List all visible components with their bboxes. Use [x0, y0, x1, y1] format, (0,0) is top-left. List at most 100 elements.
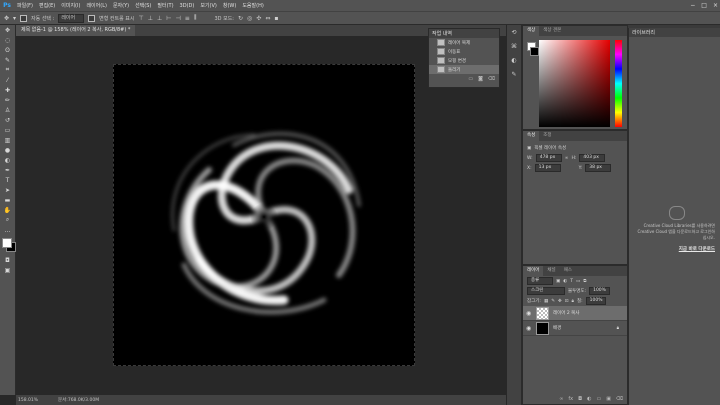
- tab-layers[interactable]: 레이어: [523, 266, 544, 276]
- drag-3d-icon[interactable]: ✣: [256, 15, 261, 22]
- quick-mask-icon[interactable]: ◘: [0, 255, 15, 265]
- document-info[interactable]: 문서:768.0K/3.00M: [58, 397, 99, 403]
- download-link[interactable]: 지금 바로 다운로드: [637, 246, 715, 252]
- hue-slider[interactable]: [615, 40, 622, 127]
- filter-adjust-icon[interactable]: ◐: [563, 279, 567, 284]
- blur-tool-icon[interactable]: ●: [0, 145, 15, 155]
- adjustment-layer-icon[interactable]: ◐: [587, 396, 591, 402]
- group-icon[interactable]: ▭: [596, 396, 601, 402]
- layer-name[interactable]: 레이어 2 복사: [553, 310, 579, 316]
- history-item[interactable]: 레이어 복제: [429, 38, 499, 47]
- new-layer-icon[interactable]: ▣: [606, 396, 611, 402]
- history-item[interactable]: 모핑 변경: [429, 56, 499, 65]
- menu-layer[interactable]: 레이어(L): [83, 2, 110, 9]
- tab-color[interactable]: 색상: [523, 26, 540, 36]
- visibility-eye-icon[interactable]: ◉: [526, 310, 532, 317]
- minimize-button[interactable]: −: [690, 2, 695, 9]
- history-panel-icon[interactable]: ⟲: [507, 25, 521, 39]
- chevron-down-icon[interactable]: ▾: [13, 15, 16, 22]
- layer-filter-dropdown[interactable]: 종류: [527, 277, 553, 285]
- width-field[interactable]: 478 px: [535, 154, 562, 162]
- tab-swatches[interactable]: 색상 견본: [539, 26, 565, 36]
- opacity-field[interactable]: 100%: [589, 287, 610, 295]
- fill-field[interactable]: 100%: [585, 297, 607, 305]
- history-brush-tool-icon[interactable]: ↺: [0, 115, 15, 125]
- menu-3d[interactable]: 3D(D): [177, 3, 198, 9]
- visibility-eye-icon[interactable]: ◉: [526, 325, 532, 332]
- show-transform-checkbox[interactable]: [88, 14, 96, 22]
- brush-settings-icon[interactable]: ✎: [507, 67, 521, 81]
- lock-move-icon[interactable]: ✥: [558, 299, 562, 304]
- tab-channels[interactable]: 채널: [543, 266, 559, 276]
- blend-mode-dropdown[interactable]: 스크린: [527, 287, 565, 295]
- tab-paths[interactable]: 패스: [560, 266, 576, 276]
- filter-shape-icon[interactable]: ▭: [576, 279, 580, 284]
- align-top-icon[interactable]: ⊤: [139, 15, 144, 22]
- auto-select-dropdown[interactable]: 레이어: [58, 13, 85, 23]
- menu-file[interactable]: 파일(F): [14, 2, 36, 9]
- marquee-tool-icon[interactable]: ◌: [0, 35, 15, 45]
- distribute-h-icon[interactable]: ⫼: [194, 14, 197, 22]
- libraries-icon[interactable]: ⌘: [507, 39, 521, 53]
- lasso-tool-icon[interactable]: ʘ: [0, 45, 15, 55]
- zoom-level[interactable]: 158.01%: [18, 398, 38, 403]
- align-middle-icon[interactable]: ⊥: [148, 15, 153, 22]
- color-swatches[interactable]: [0, 235, 16, 255]
- align-left-icon[interactable]: ⊢: [166, 15, 171, 22]
- lock-pixels-icon[interactable]: ▦: [544, 299, 548, 304]
- layer-row[interactable]: ◉ 배경 🔒︎: [523, 321, 627, 336]
- document-canvas[interactable]: [113, 64, 415, 366]
- close-button[interactable]: ×: [713, 2, 718, 9]
- filter-pixel-icon[interactable]: ▣: [556, 279, 560, 284]
- filter-smart-icon[interactable]: ⧉: [583, 278, 586, 284]
- document-tab[interactable]: 제목 없음-1 @ 158% (레이어 2 복사, RGB/8#) *: [16, 25, 136, 36]
- type-tool-icon[interactable]: T: [0, 175, 15, 185]
- stamp-tool-icon[interactable]: ♙: [0, 105, 15, 115]
- foreground-color-swatch[interactable]: [2, 238, 12, 248]
- new-document-icon[interactable]: ▭: [468, 76, 473, 82]
- brush-tool-icon[interactable]: ✏: [0, 95, 15, 105]
- link-icon[interactable]: ∞: [565, 156, 569, 161]
- lock-all-icon[interactable]: 🔒︎: [572, 298, 574, 304]
- trash-icon[interactable]: ⌫: [616, 396, 623, 402]
- camera-icon[interactable]: ◙: [478, 76, 483, 82]
- align-center-icon[interactable]: ⊣: [175, 15, 180, 22]
- dodge-tool-icon[interactable]: ◐: [0, 155, 15, 165]
- height-field[interactable]: 403 px: [579, 154, 606, 162]
- align-bottom-icon[interactable]: ⊥: [157, 15, 162, 22]
- auto-select-checkbox[interactable]: [20, 14, 28, 22]
- crop-tool-icon[interactable]: ⌗: [0, 65, 15, 75]
- path-select-tool-icon[interactable]: ➤: [0, 185, 15, 195]
- gradient-tool-icon[interactable]: ▥: [0, 135, 15, 145]
- filter-type-icon[interactable]: T: [570, 279, 573, 284]
- more-tools-icon[interactable]: …: [0, 225, 15, 235]
- shape-tool-icon[interactable]: ▬: [0, 195, 15, 205]
- menu-view[interactable]: 보기(V): [197, 2, 220, 9]
- move-tool-icon[interactable]: ✥: [4, 15, 9, 22]
- move-tool-icon[interactable]: ✥: [0, 25, 15, 35]
- adjustments-icon[interactable]: ◐: [507, 53, 521, 67]
- trash-icon[interactable]: ⌫: [488, 76, 495, 82]
- history-item[interactable]: 이동표: [429, 47, 499, 56]
- healing-tool-icon[interactable]: ✚: [0, 85, 15, 95]
- menu-image[interactable]: 이미지(I): [58, 2, 83, 9]
- menu-select[interactable]: 선택(S): [132, 2, 154, 9]
- eraser-tool-icon[interactable]: ▭: [0, 125, 15, 135]
- layer-name[interactable]: 배경: [553, 325, 561, 331]
- menu-edit[interactable]: 편집(E): [36, 2, 58, 9]
- x-field[interactable]: 13 px: [534, 164, 561, 172]
- menu-filter[interactable]: 필터(T): [154, 2, 176, 9]
- maximize-button[interactable]: □: [701, 2, 707, 9]
- quick-select-tool-icon[interactable]: ✎: [0, 55, 15, 65]
- lock-brush-icon[interactable]: ✎: [551, 299, 555, 304]
- menu-type[interactable]: 문자(Y): [110, 2, 132, 9]
- link-layers-icon[interactable]: ∞: [559, 396, 563, 402]
- scale-3d-icon[interactable]: ▪: [274, 15, 278, 22]
- y-field[interactable]: 38 px: [585, 164, 612, 172]
- screen-mode-icon[interactable]: ▣: [0, 265, 15, 275]
- add-mask-icon[interactable]: ◘: [578, 396, 582, 402]
- slide-3d-icon[interactable]: ⇔: [265, 15, 270, 22]
- background-swatch[interactable]: [530, 47, 539, 56]
- lock-artboard-icon[interactable]: ⊡: [565, 299, 569, 304]
- roll-3d-icon[interactable]: ◎: [247, 15, 252, 22]
